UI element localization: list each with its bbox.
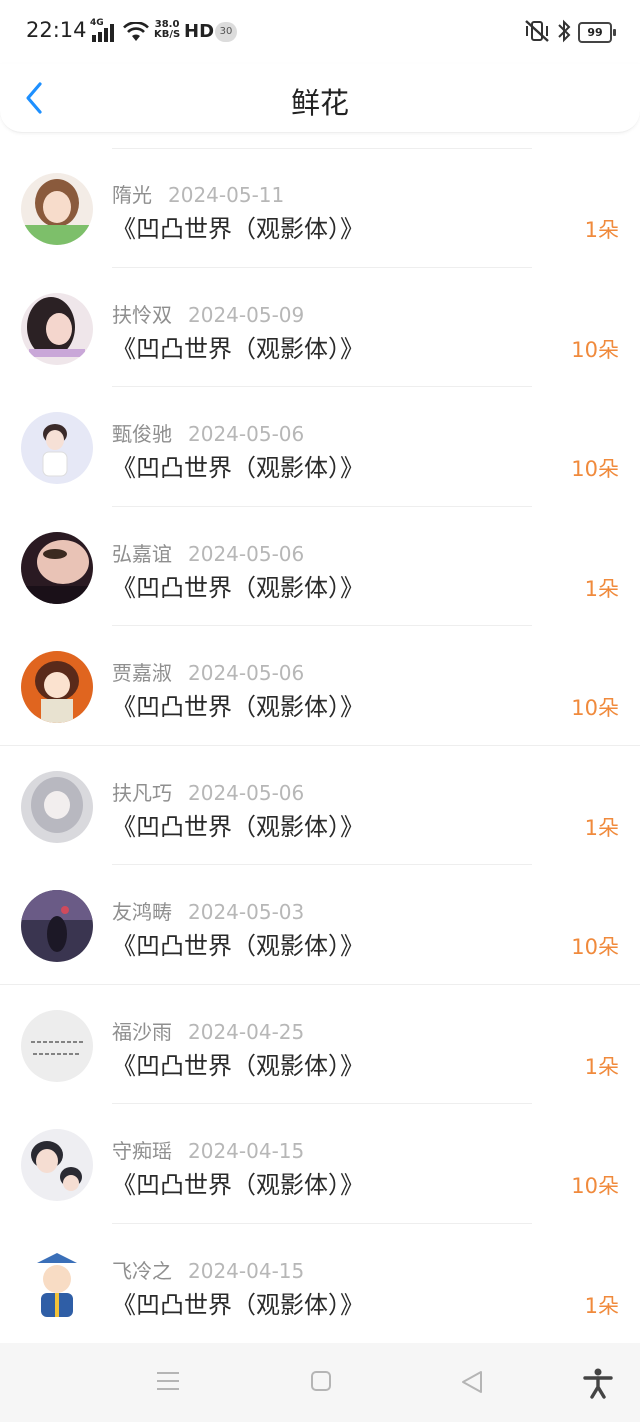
book-title: 《凹凸世界（观影体）》 xyxy=(112,1290,364,1319)
sender-name: 飞冷之 xyxy=(112,1258,172,1283)
avatar xyxy=(21,770,93,843)
avatar xyxy=(21,173,93,245)
sender-name: 贾嘉淑 xyxy=(112,661,172,685)
list-item[interactable]: 甄俊驰 2024-05-06 《凹凸世界（观影体）》 10朵 xyxy=(0,387,640,507)
avatar xyxy=(21,1129,93,1201)
gift-date: 2024-05-03 xyxy=(188,900,305,924)
avatar xyxy=(21,292,93,365)
avatar xyxy=(21,1009,93,1082)
network-speed-unit: KB/S xyxy=(154,29,181,40)
gift-date: 2024-04-15 xyxy=(188,1139,305,1163)
book-title: 《凹凸世界（观影体）》 xyxy=(112,215,364,243)
sender-name: 扶凡巧 xyxy=(112,780,172,805)
sender-name: 甄俊驰 xyxy=(112,422,172,446)
signal-icon xyxy=(92,24,114,42)
flower-list: 隋光 2024-05-11 《凹凸世界（观影体）》 1朵 扶怜双 2024-05-0… xyxy=(0,148,640,1343)
accessibility-icon[interactable] xyxy=(582,1367,614,1399)
list-item[interactable]: 扶怜双 2024-05-09 《凹凸世界（观影体）》 10朵 xyxy=(0,268,640,387)
sender-line: 弘嘉谊 2024-05-06 xyxy=(112,538,304,567)
gift-date: 2024-04-15 xyxy=(188,1258,305,1283)
flower-amount: 1朵 xyxy=(584,1054,619,1079)
book-title: 《凹凸世界（观影体）》 xyxy=(112,1171,364,1199)
header-bar: 鲜花 xyxy=(0,64,640,133)
flower-amount: 10朵 xyxy=(571,696,619,720)
status-time: 22:14 xyxy=(26,18,87,42)
list-item[interactable]: 友鸿畴 2024-05-03 《凹凸世界（观影体）》 10朵 xyxy=(0,865,640,985)
list-item[interactable]: 福沙雨 2024-04-25 《凹凸世界（观影体）》 1朵 xyxy=(0,985,640,1104)
avatar xyxy=(21,651,93,723)
notification-badge: 30 xyxy=(215,22,237,42)
book-title: 《凹凸世界（观影体）》 xyxy=(112,454,364,482)
bluetooth-icon xyxy=(558,19,571,43)
gift-date: 2024-05-06 xyxy=(188,780,305,805)
system-navigation-bar xyxy=(0,1343,640,1422)
sender-name: 守痴瑶 xyxy=(112,1139,172,1163)
gift-date: 2024-04-25 xyxy=(188,1019,305,1044)
flower-amount: 10朵 xyxy=(571,457,619,481)
list-item[interactable]: 隋光 2024-05-11 《凹凸世界（观影体）》 1朵 xyxy=(0,148,640,268)
sender-line: 甄俊驰 2024-05-06 xyxy=(112,418,304,447)
gift-date: 2024-05-06 xyxy=(188,541,305,566)
page-title: 鲜花 xyxy=(290,86,349,120)
list-item[interactable]: 扶凡巧 2024-05-06 《凹凸世界（观影体）》 1朵 xyxy=(0,746,640,865)
avatar xyxy=(21,890,93,962)
gift-date: 2024-05-09 xyxy=(188,302,305,327)
flower-amount: 1朵 xyxy=(584,1293,619,1318)
sender-line: 扶怜双 2024-05-09 xyxy=(112,299,304,328)
sender-name: 福沙雨 xyxy=(112,1019,172,1044)
vibrate-off-icon xyxy=(525,20,549,42)
sender-line: 友鸿畴 2024-05-03 xyxy=(112,896,304,925)
back-triangle-icon[interactable] xyxy=(460,1370,484,1394)
list-item[interactable]: 弘嘉谊 2024-05-06 《凹凸世界（观影体）》 1朵 xyxy=(0,507,640,626)
network-speed: 38.0 KB/S xyxy=(154,20,180,40)
wifi-icon xyxy=(123,22,149,41)
list-item[interactable]: 守痴瑶 2024-04-15 《凹凸世界（观影体）》 10朵 xyxy=(0,1104,640,1224)
avatar xyxy=(21,531,93,604)
book-title: 《凹凸世界（观影体）》 xyxy=(112,573,364,602)
status-bar: 22:14 4G 38.0 KB/S HD 30 99 xyxy=(0,0,640,64)
home-icon[interactable] xyxy=(310,1370,332,1392)
sender-line: 扶凡巧 2024-05-06 xyxy=(112,777,304,806)
hd-indicator: HD xyxy=(184,21,215,42)
book-title: 《凹凸世界（观影体）》 xyxy=(112,812,364,841)
sender-name: 弘嘉谊 xyxy=(112,541,172,566)
sender-line: 贾嘉淑 2024-05-06 xyxy=(112,657,304,686)
gift-date: 2024-05-06 xyxy=(188,422,305,446)
flower-amount: 1朵 xyxy=(584,218,619,242)
avatar xyxy=(21,412,93,484)
avatar xyxy=(21,1248,93,1321)
flower-amount: 1朵 xyxy=(584,576,619,601)
book-title: 《凹凸世界（观影体）》 xyxy=(112,334,364,363)
list-item[interactable]: 飞冷之 2024-04-15 《凹凸世界（观影体）》 1朵 xyxy=(0,1224,640,1344)
book-title: 《凹凸世界（观影体）》 xyxy=(112,1051,364,1080)
book-title: 《凹凸世界（观影体）》 xyxy=(112,693,364,721)
flower-amount: 10朵 xyxy=(571,337,619,362)
list-item[interactable]: 贾嘉淑 2024-05-06 《凹凸世界（观影体）》 10朵 xyxy=(0,626,640,746)
sender-name: 隋光 xyxy=(112,183,152,207)
menu-icon[interactable] xyxy=(156,1369,180,1393)
gift-date: 2024-05-11 xyxy=(168,183,285,207)
book-title: 《凹凸世界（观影体）》 xyxy=(112,932,364,960)
gift-date: 2024-05-06 xyxy=(188,661,305,685)
flower-amount: 10朵 xyxy=(571,935,619,959)
sender-line: 守痴瑶 2024-04-15 xyxy=(112,1135,304,1164)
sender-line: 隋光 2024-05-11 xyxy=(112,179,284,208)
sender-name: 扶怜双 xyxy=(112,302,172,327)
sender-line: 福沙雨 2024-04-25 xyxy=(112,1016,304,1045)
sender-name: 友鸿畴 xyxy=(112,900,172,924)
battery-icon: 99 xyxy=(578,22,616,43)
flower-amount: 10朵 xyxy=(571,1174,619,1198)
flower-amount: 1朵 xyxy=(584,815,619,840)
sender-line: 飞冷之 2024-04-15 xyxy=(112,1255,304,1284)
